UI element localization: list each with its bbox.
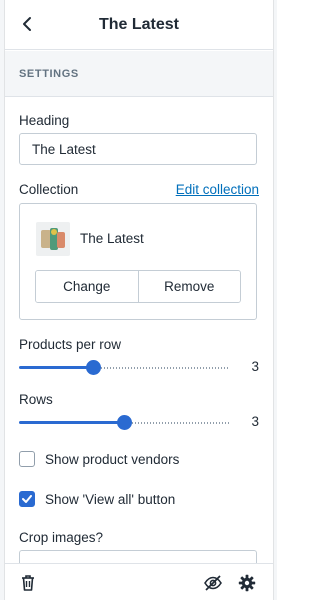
change-button[interactable]: Change: [36, 271, 138, 302]
products-per-row-label: Products per row: [19, 337, 122, 352]
show-vendors-label: Show product vendors: [45, 451, 180, 467]
gear-icon[interactable]: [238, 574, 256, 592]
heading-label: Heading: [19, 113, 70, 128]
eye-off-icon[interactable]: [204, 574, 222, 592]
right-edge: [273, 0, 277, 600]
heading-input[interactable]: [19, 133, 257, 165]
show-view-all-label: Show 'View all' button: [45, 491, 176, 507]
collection-card: The Latest Change Remove: [19, 203, 257, 320]
checkmark-icon: [22, 495, 32, 503]
products-per-row-value: 3: [251, 359, 259, 374]
rows-slider[interactable]: [19, 412, 229, 432]
crop-images-label: Crop images?: [19, 530, 104, 545]
remove-button[interactable]: Remove: [137, 271, 240, 302]
slider-handle[interactable]: [86, 360, 101, 375]
collection-label: Collection: [19, 182, 79, 197]
collection-thumbnail: [36, 222, 70, 256]
slider-handle[interactable]: [117, 415, 132, 430]
panel-header: The Latest: [5, 0, 273, 50]
show-vendors-option[interactable]: Show product vendors: [19, 451, 179, 467]
back-button[interactable]: [15, 12, 39, 36]
slider-track: [132, 422, 229, 424]
slider-track: [101, 367, 229, 369]
slider-fill: [19, 366, 93, 369]
chevron-left-icon: [23, 17, 31, 31]
page-title: The Latest: [98, 15, 179, 33]
collection-actions: Change Remove: [35, 270, 241, 303]
products-per-row-slider[interactable]: [19, 357, 229, 377]
panel-footer: [5, 563, 273, 600]
show-vendors-checkbox[interactable]: [19, 451, 35, 467]
section-title: SETTINGS: [5, 51, 273, 97]
collection-name: The Latest: [80, 231, 144, 246]
rows-label: Rows: [19, 392, 53, 407]
edit-collection-link[interactable]: Edit collection: [176, 182, 259, 197]
rows-value: 3: [251, 414, 259, 429]
slider-fill: [19, 421, 124, 424]
show-view-all-option[interactable]: Show 'View all' button: [19, 491, 175, 507]
trash-icon[interactable]: [19, 574, 37, 592]
show-view-all-checkbox[interactable]: [19, 491, 35, 507]
